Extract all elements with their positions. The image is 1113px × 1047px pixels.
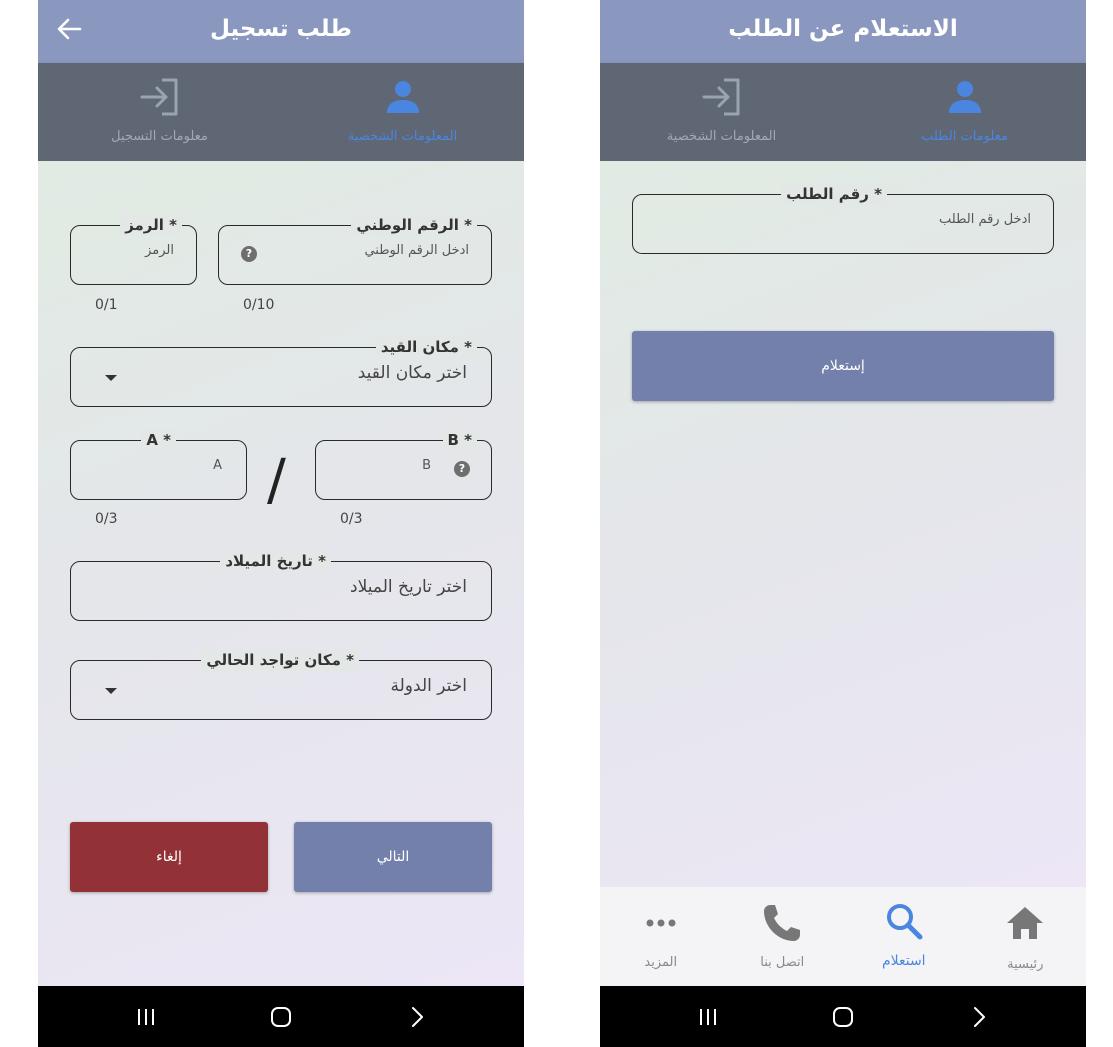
person-icon xyxy=(386,81,419,113)
national-id-placeholder: ادخل الرقم الوطني xyxy=(364,243,469,258)
query-button[interactable]: إستعلام xyxy=(632,331,1054,401)
back-chevron-icon[interactable] xyxy=(964,1002,994,1032)
home-button-icon[interactable] xyxy=(828,1002,858,1032)
search-icon xyxy=(886,904,923,940)
field-label: A * xyxy=(141,429,176,451)
chevron-down-icon xyxy=(105,688,117,694)
recent-apps-icon[interactable] xyxy=(693,1002,723,1032)
national-id-field[interactable]: الرقم الوطني * ادخل الرقم الوطني ? xyxy=(218,214,492,285)
help-icon[interactable]: ? xyxy=(454,461,470,477)
national-id-counter: 0/10 xyxy=(243,297,275,313)
code-field[interactable]: الرمز * الرمز xyxy=(70,214,197,285)
system-nav-bar xyxy=(600,986,1086,1047)
a-field[interactable]: A * A xyxy=(70,429,247,500)
request-number-placeholder: ادخل رقم الطلب xyxy=(939,212,1031,227)
step-request-info[interactable]: معلومات الطلب xyxy=(843,63,1086,161)
app-bar: الاستعلام عن الطلب xyxy=(600,0,1086,63)
code-counter: 0/1 xyxy=(95,297,118,313)
phone-icon xyxy=(764,905,801,941)
code-placeholder: الرمز xyxy=(145,243,174,258)
field-label: الرمز * xyxy=(120,214,182,236)
stepper: معلومات الطلب المعلومات الشخصية xyxy=(600,63,1086,161)
b-counter: 0/3 xyxy=(340,511,363,527)
recent-apps-icon[interactable] xyxy=(131,1002,161,1032)
person-icon xyxy=(948,81,981,113)
more-icon xyxy=(646,919,676,927)
form-content: رقم الطلب * ادخل رقم الطلب إستعلام xyxy=(600,161,1086,887)
nav-more[interactable]: المزيد xyxy=(600,887,722,986)
a-placeholder: A xyxy=(213,458,222,473)
step-personal-info[interactable]: المعلومات الشخصية xyxy=(281,63,524,161)
nav-label: استعلام xyxy=(881,953,926,969)
login-icon xyxy=(702,78,739,116)
registry-place-select[interactable]: مكان القيد * اختر مكان القيد xyxy=(70,336,492,407)
step-label: معلومات الطلب xyxy=(921,129,1008,144)
separator-slash: / xyxy=(267,448,286,513)
birth-date-field[interactable]: تاريخ الميلاد * اختر تاريخ الميلاد xyxy=(70,550,492,621)
birth-date-placeholder: اختر تاريخ الميلاد xyxy=(350,577,467,597)
bottom-nav: رئيسية استعلام اتصل بنا المزيد xyxy=(600,887,1086,986)
current-location-select[interactable]: مكان تواجد الحالي * اختر الدولة xyxy=(70,649,492,720)
step-label: المعلومات الشخصية xyxy=(347,129,458,144)
next-button[interactable]: التالي xyxy=(294,822,492,892)
request-number-field[interactable]: رقم الطلب * ادخل رقم الطلب xyxy=(632,183,1054,254)
chevron-down-icon xyxy=(105,375,117,381)
system-nav-bar xyxy=(38,986,524,1047)
step-label: المعلومات الشخصية xyxy=(666,129,777,144)
b-placeholder: B xyxy=(422,458,431,473)
back-chevron-icon[interactable] xyxy=(402,1002,432,1032)
nav-label: المزيد xyxy=(644,955,678,970)
field-label: تاريخ الميلاد * xyxy=(220,550,331,572)
help-icon[interactable]: ? xyxy=(241,246,257,262)
page-title: طلب تسجيل xyxy=(210,16,352,42)
page-title: الاستعلام عن الطلب xyxy=(728,16,958,42)
cancel-button[interactable]: إلغاء xyxy=(70,822,268,892)
field-label: B * xyxy=(442,429,477,451)
step-label: معلومات التسجيل xyxy=(111,129,208,144)
registration-screen: طلب تسجيل المعلومات الشخصية معلومات التس… xyxy=(38,0,524,1047)
nav-label: رئيسية xyxy=(1007,957,1044,972)
home-icon xyxy=(1007,907,1044,939)
b-field[interactable]: B * B ? xyxy=(315,429,492,500)
nav-home[interactable]: رئيسية xyxy=(965,887,1087,986)
a-counter: 0/3 xyxy=(95,511,118,527)
home-button-icon[interactable] xyxy=(266,1002,296,1032)
login-icon xyxy=(140,78,177,116)
back-arrow-icon[interactable] xyxy=(54,14,84,44)
request-inquiry-screen: الاستعلام عن الطلب معلومات الطلب المعلوم… xyxy=(600,0,1086,1047)
step-registration-info[interactable]: معلومات التسجيل xyxy=(38,63,281,161)
field-label: رقم الطلب * xyxy=(781,183,887,205)
nav-search[interactable]: استعلام xyxy=(843,887,965,986)
step-personal-info[interactable]: المعلومات الشخصية xyxy=(600,63,843,161)
field-label: الرقم الوطني * xyxy=(351,214,477,236)
form-content: الرقم الوطني * ادخل الرقم الوطني ? 0/10 … xyxy=(38,161,524,987)
field-label: مكان القيد * xyxy=(375,336,477,358)
current-location-placeholder: اختر الدولة xyxy=(390,676,467,696)
field-label: مكان تواجد الحالي * xyxy=(201,649,359,671)
nav-label: اتصل بنا xyxy=(760,955,805,970)
registry-place-placeholder: اختر مكان القيد xyxy=(357,363,467,383)
app-bar: طلب تسجيل xyxy=(38,0,524,63)
nav-contact[interactable]: اتصل بنا xyxy=(722,887,844,986)
stepper: المعلومات الشخصية معلومات التسجيل xyxy=(38,63,524,161)
